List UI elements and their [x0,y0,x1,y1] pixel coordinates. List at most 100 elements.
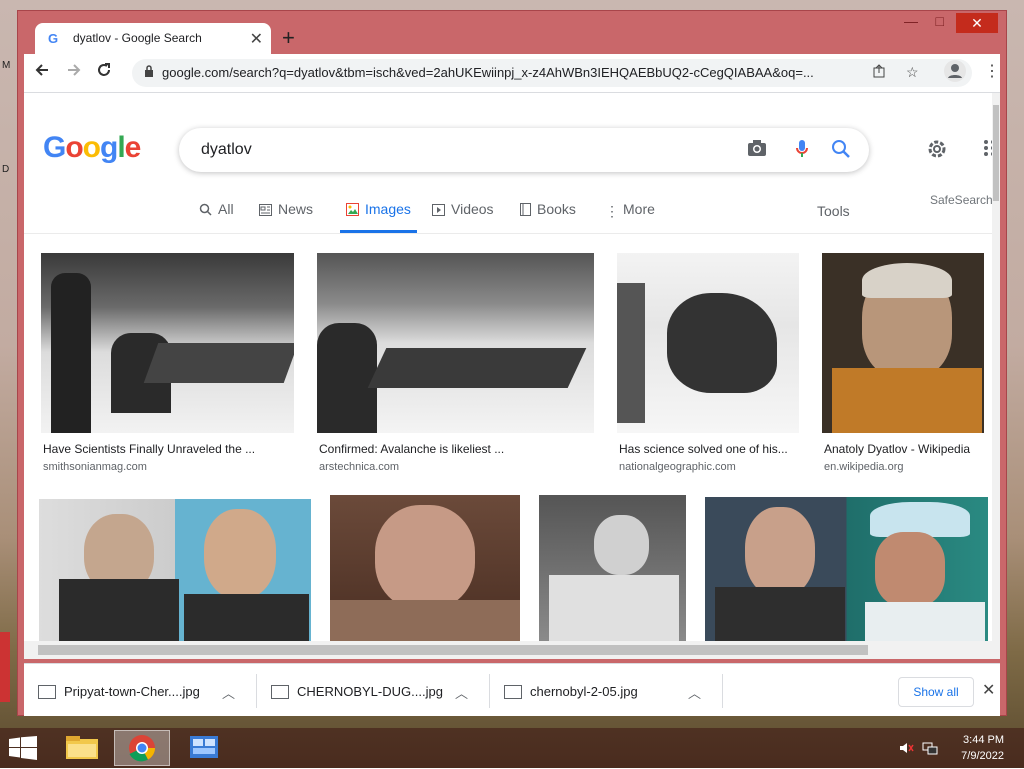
image-result-thumbnail[interactable] [41,253,294,433]
google-logo[interactable]: Google [43,131,141,165]
image-result-source[interactable]: en.wikipedia.org [824,461,904,473]
image-result-caption[interactable]: Have Scientists Finally Unraveled the ..… [43,442,293,456]
download-separator [722,674,723,708]
photo-jacket [715,587,845,641]
browser-menu-icon[interactable]: ⋮ [984,61,1000,81]
tab-close-icon[interactable]: ✕ [250,29,263,49]
chevron-up-icon[interactable]: ︿ [688,683,701,702]
image-result-thumbnail[interactable] [705,497,988,641]
show-all-downloads-button[interactable]: Show all [898,677,974,707]
download-item[interactable]: Pripyat-town-Cher....jpg ︿ [24,674,258,708]
photo-face [745,507,815,597]
photo-face [594,515,649,575]
horizontal-scrollbar-thumb[interactable] [38,645,868,655]
control-panel-taskbar-button[interactable] [176,730,232,766]
reload-button[interactable] [96,62,112,83]
image-result-thumbnail[interactable] [539,495,686,641]
settings-gear-icon[interactable] [926,138,948,163]
desktop-edge-shape [0,632,10,702]
network-icon[interactable] [922,740,938,759]
image-result-source[interactable]: smithsonianmag.com [43,461,147,473]
minimize-button[interactable]: — [904,13,918,29]
image-result-thumbnail[interactable] [617,253,799,433]
camera-icon[interactable] [747,139,767,160]
photo-face [204,509,276,599]
system-clock[interactable]: 3:44 PM 7/9/2022 [948,732,1004,764]
image-result-thumbnail[interactable] [330,495,520,641]
tab-title: dyatlov - Google Search [73,31,202,45]
browser-toolbar: google.com/search?q=dyatlov&tbm=isch&ved… [24,54,1000,93]
maximize-button[interactable]: □ [936,13,944,29]
lock-icon[interactable] [144,65,154,80]
play-icon [432,203,445,219]
image-result-source[interactable]: nationalgeographic.com [619,461,736,473]
search-query[interactable]: dyatlov [201,141,252,159]
search-icon[interactable] [831,139,851,162]
horizontal-scrollbar[interactable] [24,641,1000,659]
photo-face [875,532,945,607]
desktop-edge-glyph: D [2,164,10,175]
image-result-thumbnail[interactable] [39,499,311,641]
url-text: google.com/search?q=dyatlov&tbm=isch&ved… [162,65,814,80]
news-icon [259,203,272,219]
vertical-scrollbar[interactable] [992,93,1000,641]
photo-tent [143,343,294,383]
book-icon [520,203,531,219]
tab-videos[interactable]: Videos [432,201,494,233]
chevron-up-icon[interactable]: ︿ [455,683,468,702]
forward-button[interactable] [66,62,82,83]
photo-hair [862,263,952,298]
search-box[interactable]: dyatlov [179,128,869,172]
taskbar: 3:44 PM 7/9/2022 [0,728,1024,768]
address-bar[interactable]: google.com/search?q=dyatlov&tbm=isch&ved… [132,59,972,87]
file-explorer-taskbar-button[interactable] [54,730,110,766]
vertical-scrollbar-thumb[interactable] [993,105,999,201]
control-panel-icon [190,736,218,758]
photo-shirt [832,368,982,433]
microphone-icon[interactable] [795,139,809,162]
image-file-icon [271,685,289,699]
speaker-muted-icon[interactable] [898,740,914,759]
tab-books[interactable]: Books [520,201,576,233]
start-button[interactable] [9,736,37,763]
google-favicon-icon: G [47,31,61,48]
image-result-thumbnail[interactable] [822,253,984,433]
chevron-up-icon[interactable]: ︿ [222,683,235,702]
photo-tent [367,348,587,388]
clock-date: 7/9/2022 [961,750,1004,762]
downloads-close-icon[interactable]: ✕ [982,680,995,700]
tab-strip: G dyatlov - Google Search ✕ + — □ ✕ [24,11,1000,55]
back-button[interactable] [34,62,50,83]
tab-all[interactable]: All [199,201,234,233]
photo-jacket [59,579,179,641]
bookmark-star-icon[interactable]: ☆ [906,64,919,81]
download-filename: Pripyat-town-Cher....jpg [64,684,200,699]
tab-images[interactable]: Images [340,201,417,233]
tab-news[interactable]: News [259,201,313,233]
image-result-caption[interactable]: Has science solved one of his... [619,442,799,456]
new-tab-button[interactable]: + [282,25,295,51]
tab-more[interactable]: ⋮ More [605,201,655,233]
download-filename: CHERNOBYL-DUG....jpg [297,684,443,699]
tools-button[interactable]: Tools [817,203,850,219]
image-result-caption[interactable]: Confirmed: Avalanche is likeliest ... [319,442,589,456]
image-result-caption[interactable]: Anatoly Dyatlov - Wikipedia [824,442,984,456]
folder-icon [66,736,98,759]
browser-tab-active[interactable]: G dyatlov - Google Search ✕ [35,23,271,54]
page-content: Google dyatlov SafeSearch All News Image… [24,93,1000,641]
reload-icon [98,63,110,76]
clock-time: 3:44 PM [963,734,1004,746]
photo-jacket [184,594,309,641]
download-item[interactable]: chernobyl-2-05.jpg ︿ [490,674,724,708]
desktop-edge-glyph: M [2,60,11,71]
window-close-button[interactable]: ✕ [956,13,998,33]
image-result-source[interactable]: arstechnica.com [319,461,399,473]
photo-figure [617,283,645,423]
image-result-thumbnail[interactable] [317,253,594,433]
search-icon [199,203,212,219]
more-vert-icon: ⋮ [605,203,619,219]
share-icon[interactable] [872,64,886,81]
chrome-taskbar-button[interactable] [114,730,170,766]
profile-avatar-icon[interactable] [944,60,966,82]
download-item[interactable]: CHERNOBYL-DUG....jpg ︿ [257,674,491,708]
